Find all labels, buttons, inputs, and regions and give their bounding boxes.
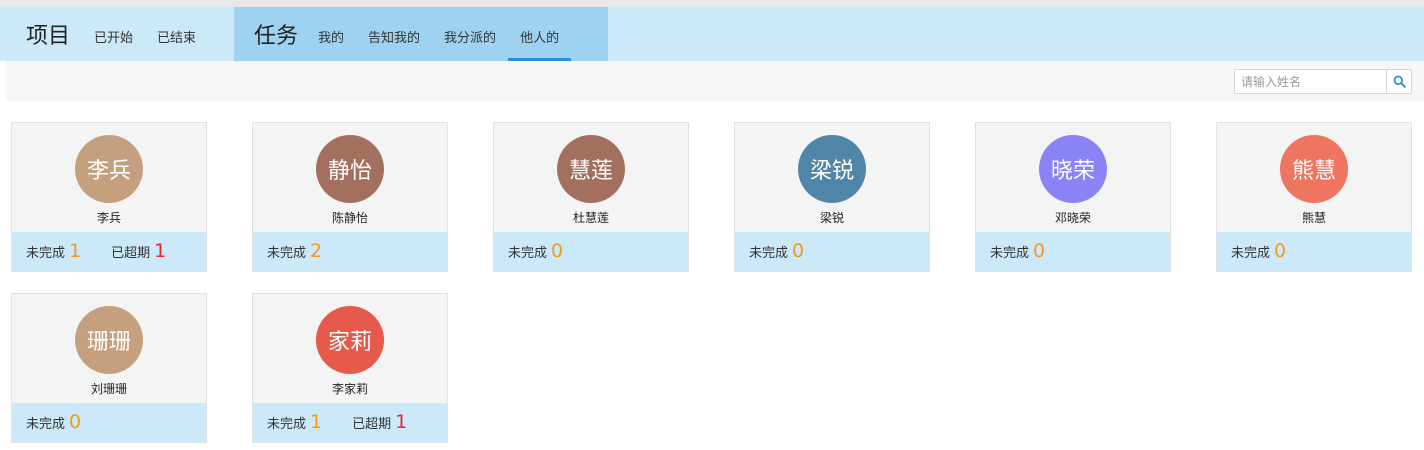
- person-name: 陈静怡: [331, 211, 368, 225]
- incomplete-stat: 未完成 1: [267, 411, 323, 433]
- incomplete-stat: 未完成 0: [990, 240, 1046, 262]
- person-card-header: 李兵 李兵: [12, 123, 206, 232]
- person-card[interactable]: 家莉 李家莉 未完成 1 已超期 1: [252, 293, 448, 443]
- header-bar: 项目 已开始 已结束 任务 我的 告知我的 我分派的 他人的: [0, 7, 1424, 61]
- task-title: 任务: [254, 24, 299, 49]
- overdue-count: 1: [395, 411, 408, 433]
- incomplete-stat: 未完成 0: [749, 240, 805, 262]
- tab-assigned-by-me[interactable]: 我分派的: [432, 7, 508, 61]
- project-section: 项目 已开始 已结束: [6, 7, 234, 61]
- avatar: 李兵: [75, 135, 143, 203]
- person-card-header: 熊慧 熊慧: [1217, 123, 1411, 232]
- page: 项目 已开始 已结束 任务 我的 告知我的 我分派的 他人的 李兵李兵未完成1已…: [0, 0, 1424, 450]
- tab-started[interactable]: 已开始: [82, 7, 145, 61]
- avatar: 慧莲: [557, 135, 625, 203]
- incomplete-label: 未完成: [26, 246, 66, 261]
- incomplete-count: 0: [1274, 240, 1287, 262]
- person-card-header: 家莉 李家莉: [253, 294, 447, 403]
- search-input[interactable]: [1235, 70, 1386, 93]
- incomplete-count: 1: [69, 240, 82, 262]
- person-card-header: 梁锐 梁锐: [735, 123, 929, 232]
- person-card[interactable]: 梁锐 梁锐 未完成 0: [734, 122, 930, 272]
- person-name: 李家莉: [331, 382, 368, 396]
- person-name: 邓晓荣: [1054, 211, 1091, 225]
- overdue-stat: 已超期 1: [111, 240, 167, 262]
- task-section: 任务 我的 告知我的 我分派的 他人的: [234, 7, 608, 61]
- person-card[interactable]: 李兵 李兵 未完成 1 已超期 1: [11, 122, 207, 272]
- toolbar: [6, 61, 1424, 101]
- tab-others[interactable]: 他人的: [508, 7, 572, 61]
- person-card-header: 慧莲 杜慧莲: [494, 123, 688, 232]
- avatar: 珊珊: [75, 306, 143, 374]
- top-strip: [0, 0, 1424, 7]
- avatar: 静怡: [316, 135, 384, 203]
- incomplete-label: 未完成: [26, 417, 66, 432]
- incomplete-count: 0: [1033, 240, 1046, 262]
- task-stats: 未完成 1 已超期 1: [12, 232, 206, 271]
- avatar: 熊慧: [1280, 135, 1348, 203]
- incomplete-label: 未完成: [267, 246, 307, 261]
- search-icon: [1393, 75, 1406, 88]
- person-card-header: 静怡 陈静怡: [253, 123, 447, 232]
- incomplete-count: 0: [792, 240, 805, 262]
- person-name: 杜慧莲: [572, 211, 609, 225]
- incomplete-label: 未完成: [508, 246, 548, 261]
- tab-ended[interactable]: 已结束: [145, 7, 208, 61]
- incomplete-count: 1: [310, 411, 323, 433]
- incomplete-stat: 未完成 0: [508, 240, 564, 262]
- search-box: [1234, 69, 1412, 94]
- tab-notified-me[interactable]: 告知我的: [356, 7, 432, 61]
- person-card-header: 珊珊 刘珊珊: [12, 294, 206, 403]
- person-card-header: 晓荣 邓晓荣: [976, 123, 1170, 232]
- incomplete-stat: 未完成 0: [26, 411, 82, 433]
- incomplete-count: 2: [310, 240, 323, 262]
- person-name: 李兵: [96, 211, 121, 225]
- avatar: 晓荣: [1039, 135, 1107, 203]
- task-stats: 未完成 0: [735, 232, 929, 271]
- incomplete-label: 未完成: [990, 246, 1030, 261]
- person-name: 刘珊珊: [90, 382, 127, 396]
- incomplete-label: 未完成: [267, 417, 307, 432]
- task-stats: 未完成 0: [12, 403, 206, 442]
- task-stats: 未完成 0: [976, 232, 1170, 271]
- person-card[interactable]: 珊珊刘珊珊未完成 0: [11, 293, 207, 443]
- person-card[interactable]: 晓荣邓晓荣未完成 0: [975, 122, 1171, 272]
- incomplete-label: 未完成: [1231, 246, 1271, 261]
- search-button[interactable]: [1386, 70, 1411, 93]
- incomplete-stat: 未完成 2: [267, 240, 323, 262]
- person-name: 熊慧: [1301, 211, 1326, 225]
- incomplete-count: 0: [551, 240, 564, 262]
- incomplete-count: 0: [69, 411, 82, 433]
- avatar: 梁锐: [798, 135, 866, 203]
- overdue-stat: 已超期 1: [352, 411, 408, 433]
- avatar: 家莉: [316, 306, 384, 374]
- person-card[interactable]: 熊慧 熊慧 未完成 0: [1216, 122, 1412, 272]
- person-card[interactable]: 慧莲杜慧莲未完成 0: [493, 122, 689, 272]
- incomplete-stat: 未完成 1: [26, 240, 82, 262]
- overdue-count: 1: [154, 240, 167, 262]
- task-stats: 未完成 2: [253, 232, 447, 271]
- task-stats: 未完成 0: [494, 232, 688, 271]
- project-title: 项目: [26, 24, 71, 49]
- overdue-label: 已超期: [111, 246, 151, 261]
- overdue-label: 已超期: [352, 417, 392, 432]
- person-card[interactable]: 静怡陈静怡未完成 2: [252, 122, 448, 272]
- task-stats: 未完成 0: [1217, 232, 1411, 271]
- person-name: 梁锐: [819, 211, 844, 225]
- tab-mine[interactable]: 我的: [306, 7, 356, 61]
- task-stats: 未完成 1 已超期 1: [253, 403, 447, 442]
- incomplete-stat: 未完成 0: [1231, 240, 1287, 262]
- incomplete-label: 未完成: [749, 246, 789, 261]
